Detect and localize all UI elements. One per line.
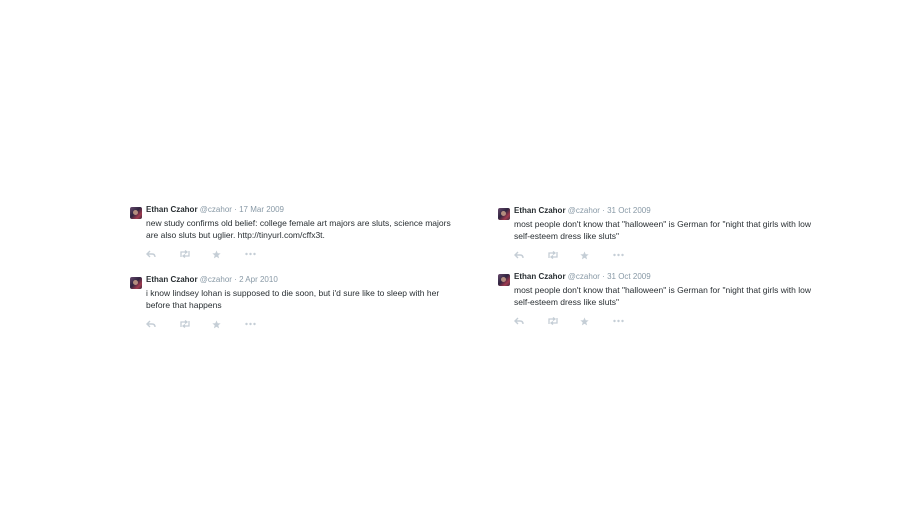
retweet-icon[interactable] (179, 250, 212, 258)
separator: · (602, 206, 605, 215)
avatar[interactable] (498, 274, 510, 286)
author-handle[interactable]: @czahor (568, 206, 600, 215)
separator: · (234, 275, 237, 284)
author-handle[interactable]: @czahor (200, 205, 232, 214)
favorite-icon[interactable] (212, 319, 245, 329)
tweet-actions (514, 316, 824, 326)
tweet-date[interactable]: 2 Apr 2010 (239, 275, 278, 284)
more-icon[interactable] (245, 252, 278, 256)
avatar[interactable] (130, 277, 142, 289)
tweet-date[interactable]: 31 Oct 2009 (607, 206, 651, 215)
avatar[interactable] (130, 207, 142, 219)
tweet-text: most people don't know that "halloween" … (514, 219, 811, 241)
more-icon[interactable] (613, 253, 646, 257)
author-name[interactable]: Ethan Czahor (514, 206, 566, 215)
tweet-actions (146, 249, 456, 259)
tweet-body: Ethan Czahor @czahor · 31 Oct 2009 most … (514, 272, 824, 326)
tweet-body: Ethan Czahor @czahor · 17 Mar 2009 new s… (146, 205, 456, 259)
tweet-date[interactable]: 31 Oct 2009 (607, 272, 651, 281)
favorite-icon[interactable] (212, 249, 245, 259)
favorite-icon[interactable] (580, 316, 613, 326)
tweet-body: Ethan Czahor @czahor · 2 Apr 2010 i know… (146, 275, 456, 329)
separator: · (602, 272, 605, 281)
tweet-header: Ethan Czahor @czahor · 17 Mar 2009 (146, 205, 456, 215)
reply-icon[interactable] (146, 250, 179, 258)
favorite-icon[interactable] (580, 250, 613, 260)
tweet-header: Ethan Czahor @czahor · 31 Oct 2009 (514, 206, 824, 216)
tweet-body: Ethan Czahor @czahor · 31 Oct 2009 most … (514, 206, 824, 260)
tweet-text: i know lindsey lohan is supposed to die … (146, 288, 440, 310)
author-name[interactable]: Ethan Czahor (146, 275, 198, 284)
author-name[interactable]: Ethan Czahor (146, 205, 198, 214)
tweet-date[interactable]: 17 Mar 2009 (239, 205, 284, 214)
tweet-actions (146, 319, 456, 329)
author-name[interactable]: Ethan Czahor (514, 272, 566, 281)
avatar[interactable] (498, 208, 510, 220)
tweet-header: Ethan Czahor @czahor · 2 Apr 2010 (146, 275, 456, 285)
retweet-icon[interactable] (179, 320, 212, 328)
reply-icon[interactable] (146, 320, 179, 328)
tweet-text: most people don't know that "halloween" … (514, 285, 811, 307)
separator: · (234, 205, 237, 214)
reply-icon[interactable] (514, 317, 547, 325)
tweet-actions (514, 250, 824, 260)
author-handle[interactable]: @czahor (200, 275, 232, 284)
retweet-icon[interactable] (547, 251, 580, 259)
more-icon[interactable] (613, 319, 646, 323)
tweet-header: Ethan Czahor @czahor · 31 Oct 2009 (514, 272, 824, 282)
retweet-icon[interactable] (547, 317, 580, 325)
more-icon[interactable] (245, 322, 278, 326)
tweet-text: new study confirms old belief: college f… (146, 218, 451, 240)
author-handle[interactable]: @czahor (568, 272, 600, 281)
reply-icon[interactable] (514, 251, 547, 259)
